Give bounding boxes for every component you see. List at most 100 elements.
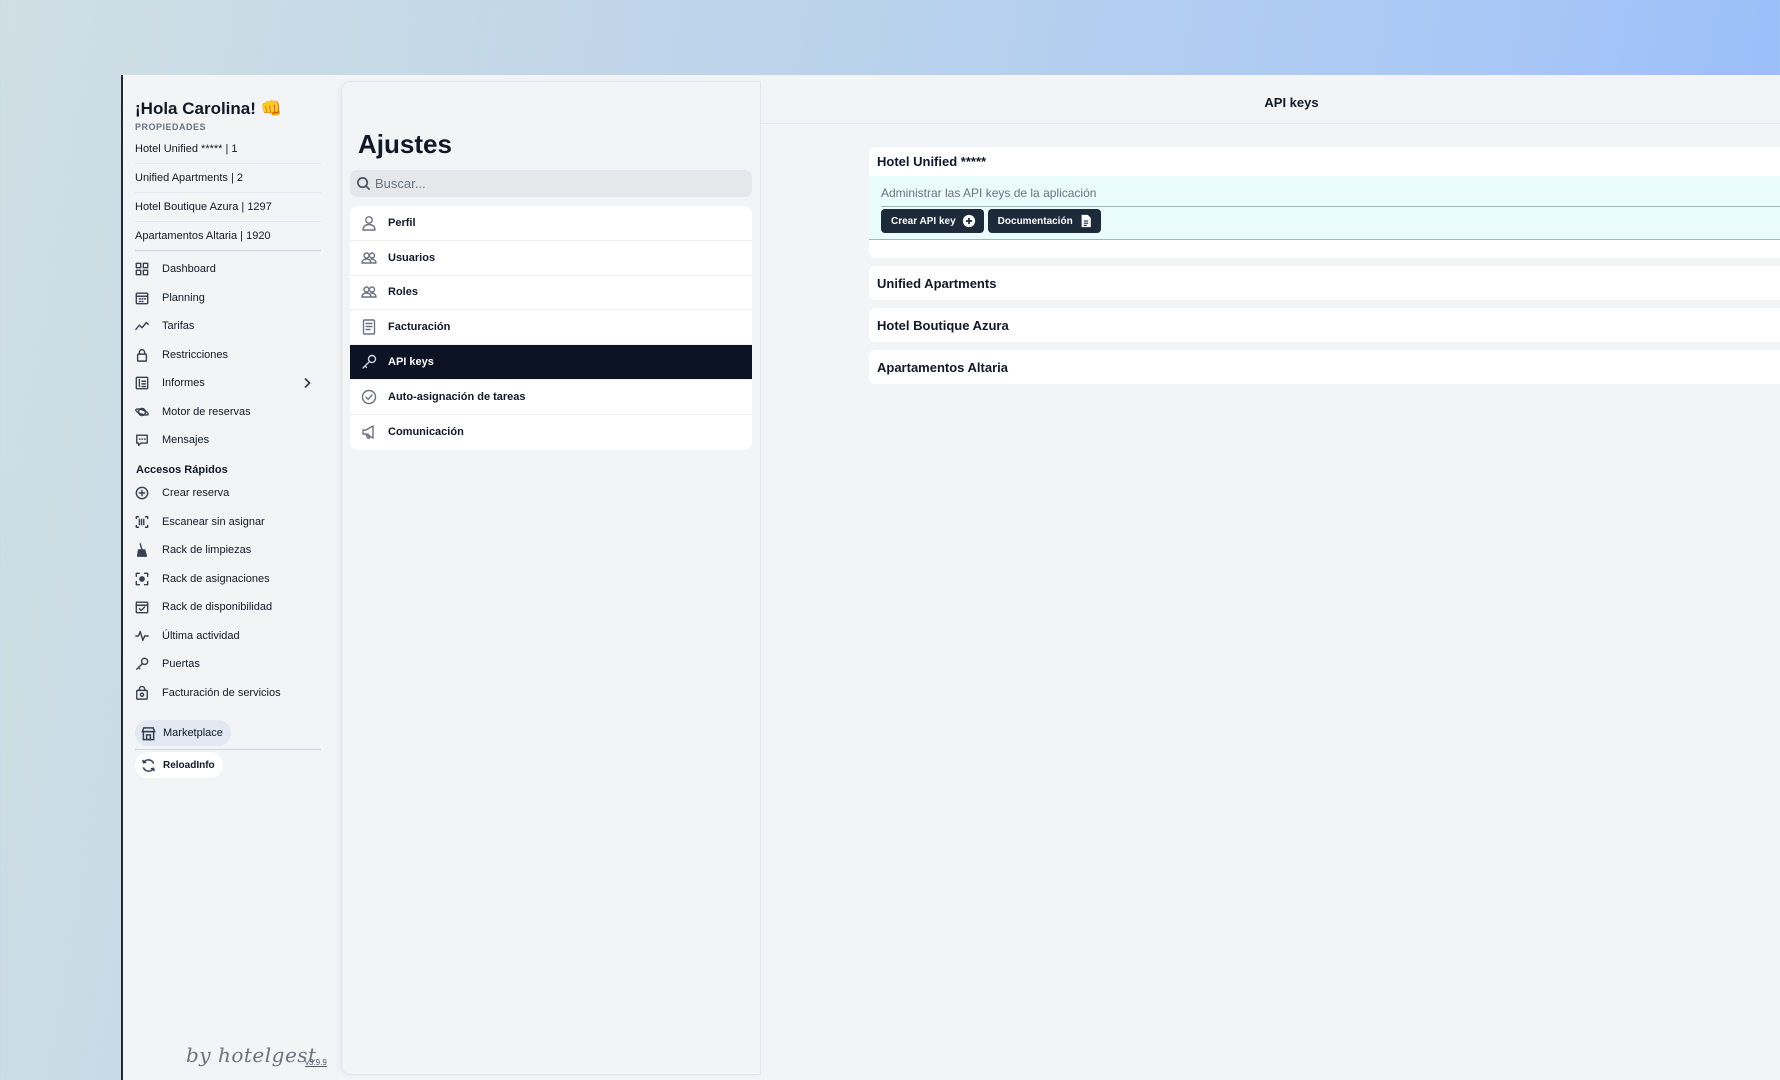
settings-item-label: Roles bbox=[388, 286, 418, 299]
quick-item-rack-limpiezas[interactable]: Rack de limpiezas bbox=[135, 536, 321, 565]
calendar-check-icon bbox=[135, 600, 149, 614]
nav-item-informes[interactable]: Informes bbox=[135, 369, 321, 398]
property-card-title[interactable]: Apartamentos Altaria bbox=[869, 350, 1780, 384]
broom-icon bbox=[135, 543, 149, 558]
property-item[interactable]: Apartamentos Altaria | 1920 bbox=[135, 222, 321, 251]
users-icon bbox=[350, 250, 388, 266]
settings-item-comunicacion[interactable]: Comunicación bbox=[350, 415, 752, 450]
quick-label: Rack de limpiezas bbox=[162, 544, 252, 557]
settings-item-label: API keys bbox=[388, 356, 434, 369]
property-cards: Hotel Unified ***** Administrar las API … bbox=[869, 147, 1780, 392]
search-box[interactable] bbox=[350, 170, 752, 197]
key-icon bbox=[135, 657, 149, 671]
settings-item-auto-asignacion[interactable]: Auto-asignación de tareas bbox=[350, 380, 752, 415]
property-item[interactable]: Unified Apartments | 2 bbox=[135, 164, 321, 193]
check-circle-icon bbox=[350, 389, 388, 405]
search-icon bbox=[357, 177, 371, 191]
settings-item-facturacion[interactable]: Facturación bbox=[350, 310, 752, 346]
plus-circle-icon bbox=[962, 214, 975, 228]
properties-label: PROPIEDADES bbox=[135, 122, 207, 132]
nav-item-motor-reservas[interactable]: Motor de reservas bbox=[135, 398, 321, 427]
nav-item-mensajes[interactable]: Mensajes bbox=[135, 426, 321, 455]
settings-item-api-keys[interactable]: API keys bbox=[350, 345, 752, 380]
quick-label: Puertas bbox=[162, 658, 200, 671]
settings-item-roles[interactable]: Roles bbox=[350, 276, 752, 311]
settings-panel: Ajustes Perfil Usuarios Roles Facturació… bbox=[341, 81, 761, 1075]
reload-label: ReloadInfo bbox=[163, 759, 215, 771]
quick-item-rack-asignaciones[interactable]: Rack de asignaciones bbox=[135, 565, 321, 594]
create-api-key-button[interactable]: Crear API key bbox=[881, 209, 984, 233]
property-item[interactable]: Hotel Unified ***** | 1 bbox=[135, 135, 321, 164]
grid-icon bbox=[135, 262, 149, 276]
refresh-icon bbox=[142, 758, 155, 772]
quick-item-ultima-actividad[interactable]: Última actividad bbox=[135, 622, 321, 651]
api-keys-description: Administrar las API keys de la aplicació… bbox=[881, 186, 1780, 207]
quick-label: Escanear sin asignar bbox=[162, 515, 265, 528]
property-card: Hotel Unified ***** Administrar las API … bbox=[869, 147, 1780, 258]
nav-label: Planning bbox=[162, 291, 205, 304]
property-list: Hotel Unified ***** | 1 Unified Apartmen… bbox=[135, 135, 321, 251]
app-window: ¡Hola Carolina! 👊 PROPIEDADES Hotel Unif… bbox=[121, 75, 1780, 1080]
nav-label: Informes bbox=[162, 377, 205, 390]
content-title: API keys bbox=[761, 81, 1780, 124]
calendar-icon bbox=[135, 291, 149, 305]
api-keys-actions: Crear API key Documentación bbox=[881, 205, 1777, 235]
property-card[interactable]: Unified Apartments bbox=[869, 266, 1780, 300]
settings-item-usuarios[interactable]: Usuarios bbox=[350, 241, 752, 276]
version-link[interactable]: v3.9.9 bbox=[305, 1058, 327, 1067]
property-card[interactable]: Apartamentos Altaria bbox=[869, 350, 1780, 384]
document-icon bbox=[1081, 214, 1091, 228]
quick-item-crear-reserva[interactable]: Crear reserva bbox=[135, 479, 321, 508]
nav-item-planning[interactable]: Planning bbox=[135, 284, 321, 313]
marketplace-label: Marketplace bbox=[163, 727, 223, 739]
nav-item-dashboard[interactable]: Dashboard bbox=[135, 255, 321, 284]
settings-item-label: Perfil bbox=[388, 216, 416, 229]
property-card-title[interactable]: Hotel Boutique Azura bbox=[869, 308, 1780, 342]
quick-item-rack-disponibilidad[interactable]: Rack de disponibilidad bbox=[135, 593, 321, 622]
nav-item-restricciones[interactable]: Restricciones bbox=[135, 341, 321, 370]
chevron-right-icon[interactable] bbox=[301, 377, 313, 392]
quick-access-list: Crear reserva Escanear sin asignar Rack … bbox=[135, 479, 321, 707]
search-input[interactable] bbox=[375, 176, 735, 191]
nav-label: Restricciones bbox=[162, 348, 229, 361]
quick-item-facturacion-servicios[interactable]: Facturación de servicios bbox=[135, 679, 321, 708]
quick-label: Facturación de servicios bbox=[162, 686, 281, 699]
activity-icon bbox=[135, 629, 149, 643]
lock-icon bbox=[135, 348, 149, 362]
settings-item-label: Auto-asignación de tareas bbox=[388, 390, 526, 403]
quick-label: Rack de asignaciones bbox=[162, 572, 270, 585]
settings-item-label: Facturación bbox=[388, 321, 451, 334]
marketplace-button[interactable]: Marketplace bbox=[135, 720, 231, 746]
bag-icon bbox=[135, 685, 149, 700]
scan-icon bbox=[135, 515, 149, 529]
greeting: ¡Hola Carolina! 👊 bbox=[135, 99, 282, 118]
main-nav: Dashboard Planning Tarifas Restricciones… bbox=[135, 255, 321, 455]
reload-info-button[interactable]: ReloadInfo bbox=[135, 752, 223, 778]
documentation-button[interactable]: Documentación bbox=[987, 209, 1101, 233]
property-card-title[interactable]: Hotel Unified ***** bbox=[869, 147, 1780, 176]
trend-icon bbox=[135, 319, 149, 333]
roles-icon bbox=[350, 284, 388, 300]
nav-label: Motor de reservas bbox=[162, 405, 251, 418]
nav-label: Mensajes bbox=[162, 434, 210, 447]
nav-label: Tarifas bbox=[162, 320, 195, 333]
property-card[interactable]: Hotel Boutique Azura bbox=[869, 308, 1780, 342]
nav-item-tarifas[interactable]: Tarifas bbox=[135, 312, 321, 341]
message-icon bbox=[135, 433, 149, 447]
quick-item-escanear[interactable]: Escanear sin asignar bbox=[135, 508, 321, 537]
property-card-title[interactable]: Unified Apartments bbox=[869, 266, 1780, 300]
settings-item-label: Comunicación bbox=[388, 426, 464, 439]
quick-label: Crear reserva bbox=[162, 487, 230, 500]
planet-icon bbox=[135, 405, 149, 419]
quick-access-title: Accesos Rápidos bbox=[136, 464, 228, 476]
api-keys-panel: Administrar las API keys de la aplicació… bbox=[869, 176, 1780, 240]
plus-circle-icon bbox=[135, 486, 149, 500]
settings-title: Ajustes bbox=[358, 129, 452, 159]
brand-logo: by hotelgest bbox=[186, 1043, 317, 1067]
create-api-key-label: Crear API key bbox=[891, 215, 956, 227]
settings-item-perfil[interactable]: Perfil bbox=[350, 206, 752, 241]
user-icon bbox=[350, 215, 388, 231]
property-item[interactable]: Hotel Boutique Azura | 1297 bbox=[135, 193, 321, 222]
nav-label: Dashboard bbox=[162, 263, 216, 276]
quick-item-puertas[interactable]: Puertas bbox=[135, 650, 321, 679]
